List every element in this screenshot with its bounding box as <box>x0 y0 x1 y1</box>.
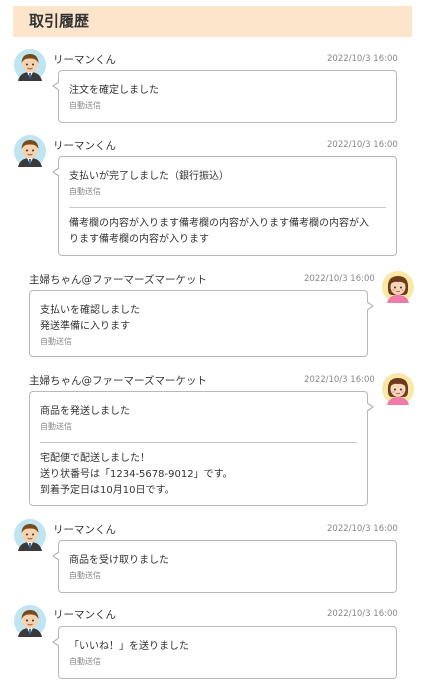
timestamp: 2022/10/3 16:00 <box>304 274 375 284</box>
divider <box>69 207 386 208</box>
message-text: 「いいね！」を送りました <box>69 641 189 652</box>
auto-sent-label: 自動送信 <box>40 337 72 346</box>
auto-sent-label: 自動送信 <box>69 101 101 110</box>
housewife-avatar-icon <box>382 271 414 303</box>
businessman-avatar-icon <box>14 605 46 637</box>
message-text: 支払いが完了しました（銀行振込） <box>69 171 229 182</box>
sender-name: 主婦ちゃん@ファーマーズマーケット <box>29 274 207 286</box>
timestamp: 2022/10/3 16:00 <box>327 54 398 64</box>
auto-sent-label: 自動送信 <box>69 657 101 666</box>
sender-name: リーマンくん <box>53 54 116 66</box>
message-bubble: 商品を受け取りました 自動送信 <box>52 540 397 593</box>
divider <box>40 442 357 443</box>
message-bubble: 支払いが完了しました（銀行振込） 自動送信 備考欄の内容が入ります備考欄の内容が… <box>52 156 397 256</box>
message-text: 注文を確定しました <box>69 85 159 96</box>
page-title: 取引履歴 <box>13 6 412 37</box>
message-text: 商品を受け取りました <box>69 555 169 566</box>
sender-name: リーマンくん <box>53 609 116 621</box>
shipping-note-text: 宅配便で配送しました！ 送り状番号は「1234-5678-9012」です。 到着… <box>40 453 233 496</box>
businessman-avatar-icon <box>14 135 46 167</box>
businessman-avatar-icon <box>14 519 46 551</box>
message-text: 支払いを確認しました 発送準備に入ります <box>40 305 140 332</box>
message-text: 商品を発送しました <box>40 406 130 417</box>
timestamp: 2022/10/3 16:00 <box>327 524 398 534</box>
housewife-avatar-icon <box>382 373 414 405</box>
auto-sent-label: 自動送信 <box>69 187 101 196</box>
timestamp: 2022/10/3 16:00 <box>327 609 398 619</box>
businessman-avatar-icon <box>14 49 46 81</box>
message-bubble: 商品を発送しました 自動送信 宅配便で配送しました！ 送り状番号は「1234-5… <box>29 391 374 506</box>
auto-sent-label: 自動送信 <box>40 422 72 431</box>
timestamp: 2022/10/3 16:00 <box>304 375 375 385</box>
auto-sent-label: 自動送信 <box>69 571 101 580</box>
sender-name: 主婦ちゃん@ファーマーズマーケット <box>29 375 207 387</box>
timestamp: 2022/10/3 16:00 <box>327 140 398 150</box>
message-bubble: 「いいね！」を送りました 自動送信 <box>52 626 397 679</box>
sender-name: リーマンくん <box>53 524 116 536</box>
message-bubble: 支払いを確認しました 発送準備に入ります 自動送信 <box>29 290 374 357</box>
remarks-text: 備考欄の内容が入ります備考欄の内容が入ります備考欄の内容が入 ります備考欄の内容… <box>69 218 369 245</box>
sender-name: リーマンくん <box>53 140 116 152</box>
message-bubble: 注文を確定しました 自動送信 <box>52 70 397 123</box>
